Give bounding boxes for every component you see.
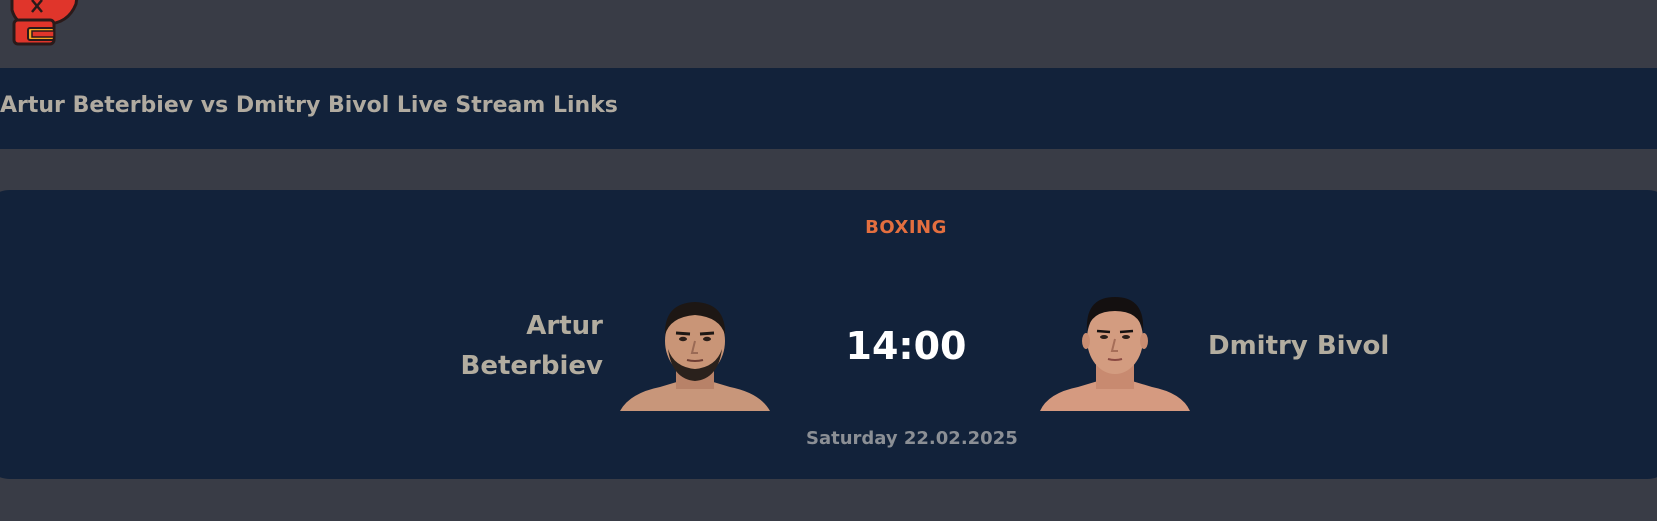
fighter-portrait-icon [1040,297,1190,411]
fighter-right-portrait [1040,297,1190,411]
fighter-right-name: Dmitry Bivol [1208,331,1390,361]
fighter-left-first-name: Artur [526,311,603,341]
event-time: 14:00 [845,324,967,368]
event-date: Saturday 22.02.2025 [806,428,1018,449]
fighter-left-portrait [620,297,770,411]
fighter-left-last-name: Beterbiev [460,351,603,381]
fighter-left-name: Artur Beterbiev [383,306,603,386]
site-logo[interactable] [6,0,82,52]
fighter-portrait-icon [620,302,770,411]
boxing-glove-icon [10,0,79,46]
page-title: Artur Beterbiev vs Dmitry Bivol Live Str… [0,93,618,118]
sport-label: BOXING [865,217,947,238]
